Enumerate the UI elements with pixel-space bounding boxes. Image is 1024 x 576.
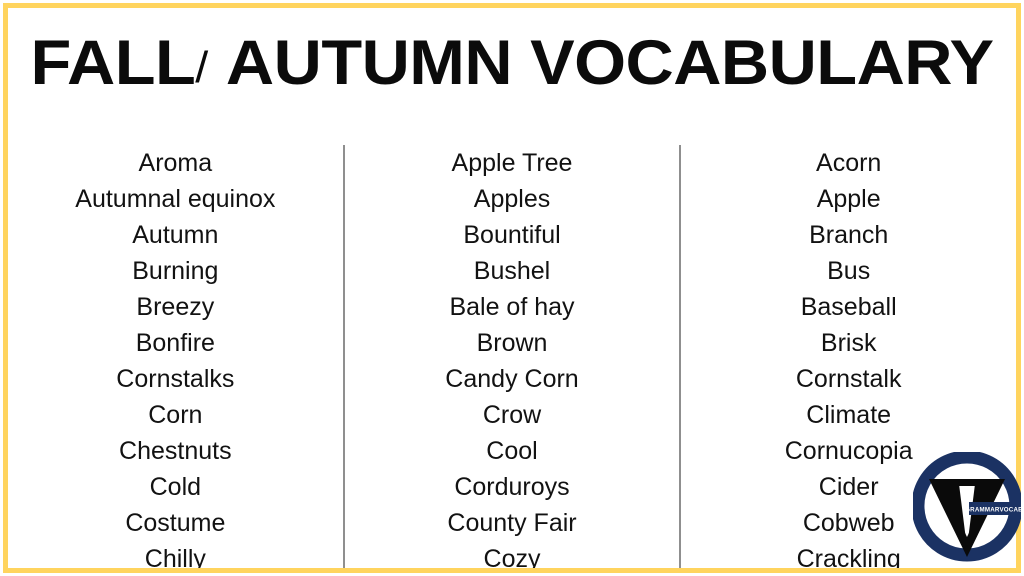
vocabulary-columns: Aroma Autumnal equinox Autumn Burning Br… <box>8 145 1016 573</box>
logo-banner-text: GRAMMARVOCAB <box>965 507 1021 514</box>
vocabulary-word: Bus <box>827 257 871 285</box>
vocabulary-word: Bonfire <box>135 329 215 357</box>
vocabulary-word: County Fair <box>447 509 577 537</box>
vocabulary-word: Acorn <box>816 149 882 177</box>
vocabulary-word: Brown <box>476 329 548 357</box>
vocabulary-word: Aroma <box>138 149 213 177</box>
vocabulary-word: Cobweb <box>802 509 895 537</box>
vocabulary-word: Corduroys <box>454 473 570 501</box>
vocabulary-word: Cornstalk <box>795 365 902 393</box>
vocabulary-word: Branch <box>809 221 889 249</box>
slide-canvas: FALL/ AUTUMN VOCABULARY Aroma Autumnal e… <box>0 0 1024 576</box>
page-title-main: FALL <box>30 28 196 98</box>
vocabulary-word: Bushel <box>473 257 551 285</box>
border-left <box>3 3 8 573</box>
vocabulary-word: Baseball <box>800 293 897 321</box>
vocabulary-word: Costume <box>125 509 226 537</box>
vocabulary-word: Apple Tree <box>451 149 573 177</box>
vocabulary-word: Apples <box>473 185 551 213</box>
vocabulary-word: Corn <box>148 401 203 429</box>
vocabulary-column-2: Apple Tree Apples Bountiful Bushel Bale … <box>342 145 680 573</box>
page-title: FALL/ AUTUMN VOCABULARY <box>0 26 1024 105</box>
vocabulary-word: Cold <box>149 473 202 501</box>
vocabulary-word: Bountiful <box>463 221 561 249</box>
vocabulary-word: Climate <box>806 401 892 429</box>
vocabulary-word: Chestnuts <box>119 437 232 465</box>
grammarvocab-logo: GRAMMARVOCAB <box>913 452 1021 562</box>
vocabulary-word: Autumnal equinox <box>75 185 276 213</box>
vocabulary-word: Autumn <box>132 221 219 249</box>
vocabulary-word: Candy Corn <box>445 365 579 393</box>
vocabulary-column-1: Aroma Autumnal equinox Autumn Burning Br… <box>8 145 343 573</box>
vocabulary-word: Cool <box>486 437 538 465</box>
page-title-slash: / <box>195 43 211 92</box>
vocabulary-word: Apple <box>816 185 881 213</box>
vocabulary-word: Crow <box>482 401 542 429</box>
vocabulary-word: Cornstalks <box>116 365 235 393</box>
page-title-rest: AUTUMN VOCABULARY <box>210 28 994 98</box>
vocabulary-word: Cider <box>818 473 879 501</box>
border-top <box>3 3 1021 8</box>
vocabulary-word: Brisk <box>820 329 877 357</box>
vocabulary-word: Burning <box>132 257 219 285</box>
grammarvocab-logo-icon: GRAMMARVOCAB <box>913 452 1021 562</box>
vocabulary-word: Bale of hay <box>449 293 575 321</box>
vocabulary-word: Breezy <box>136 293 215 321</box>
border-bottom <box>3 568 1021 573</box>
vocabulary-word: Cornucopia <box>784 437 913 465</box>
